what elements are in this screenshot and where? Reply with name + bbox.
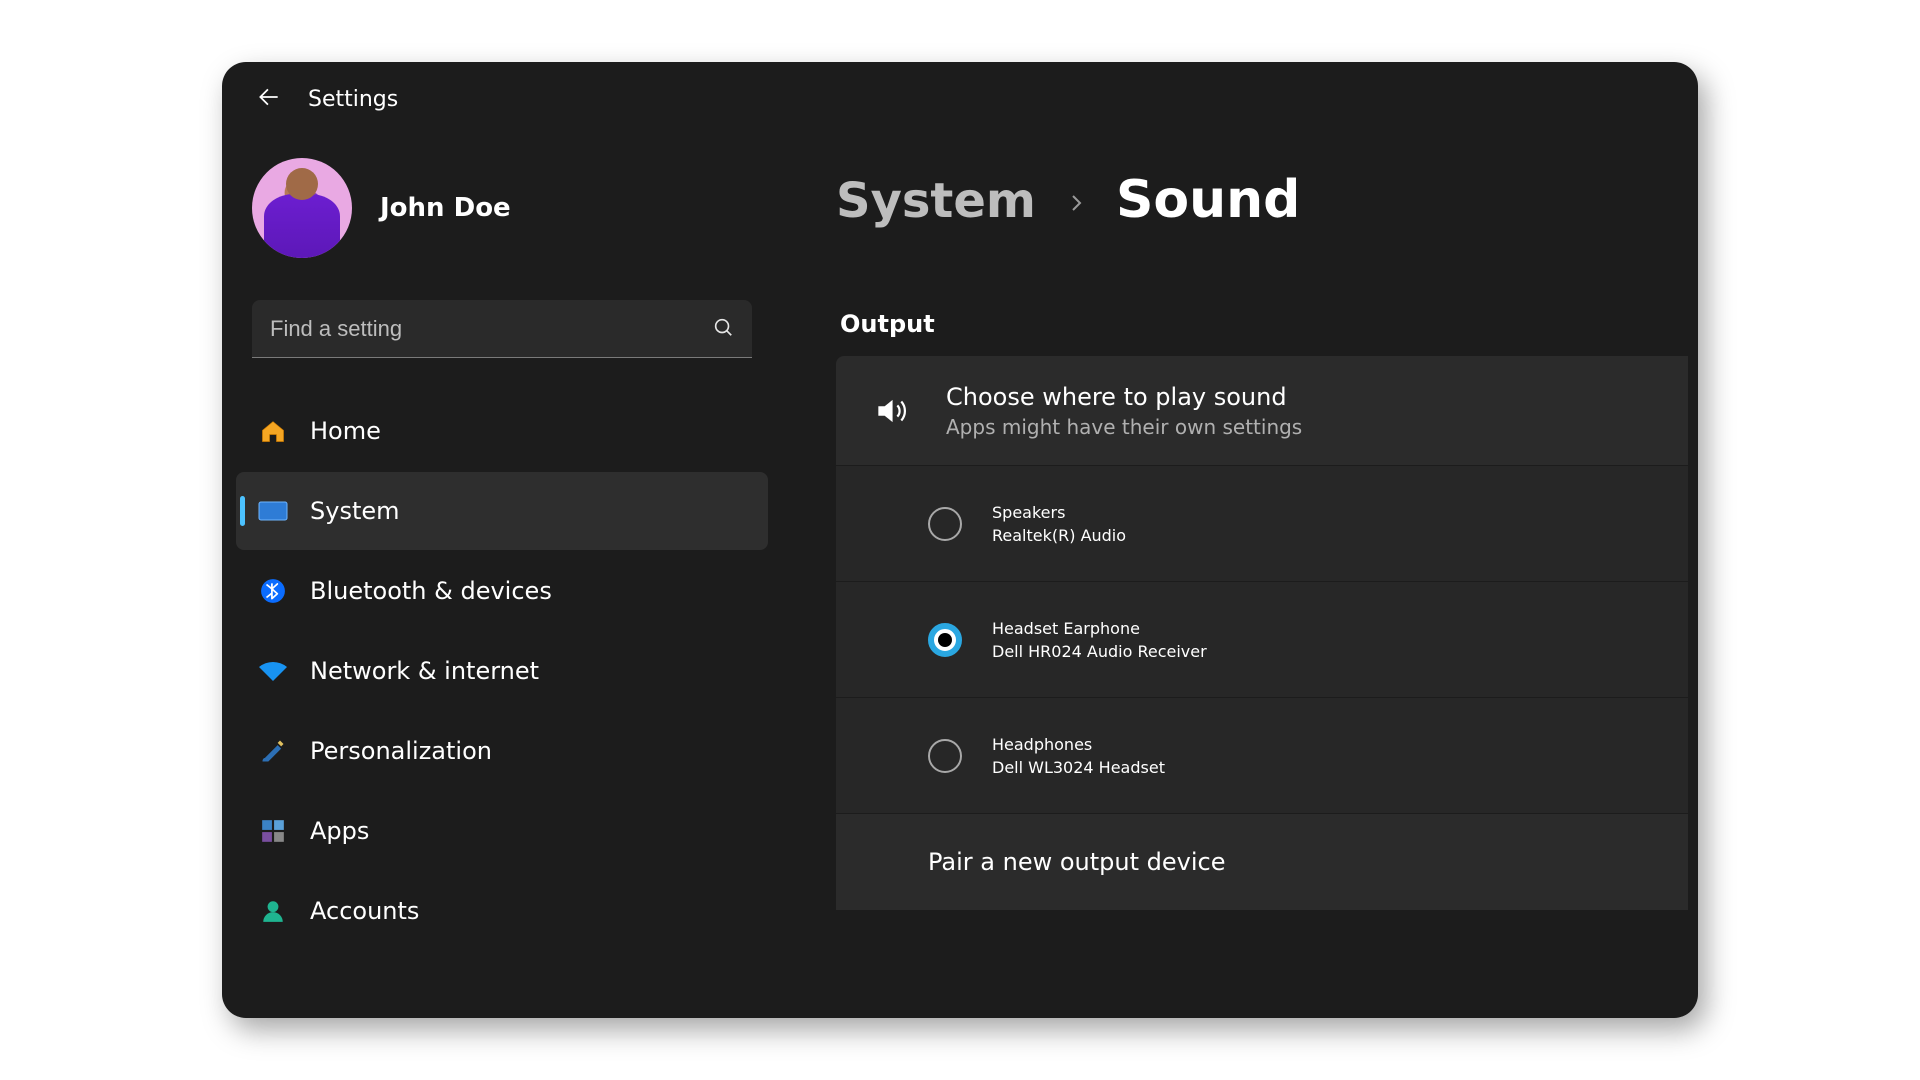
sidebar-item-label: Bluetooth & devices xyxy=(310,577,552,605)
sidebar-item-label: System xyxy=(310,497,400,525)
sidebar-item-label: Home xyxy=(310,417,381,445)
pair-output-device[interactable]: Pair a new output device xyxy=(836,814,1688,910)
body: John Doe Home System Bluetooth & devices Ne… xyxy=(222,124,1698,1018)
sidebar-item-label: Network & internet xyxy=(310,657,539,685)
arrow-left-icon xyxy=(256,84,282,110)
bluetooth-icon xyxy=(258,576,288,606)
apps-icon xyxy=(258,816,288,846)
radio-button[interactable] xyxy=(928,507,962,541)
search-icon xyxy=(712,316,734,342)
device-name: Headphones xyxy=(992,735,1165,754)
radio-button[interactable] xyxy=(928,739,962,773)
back-button[interactable] xyxy=(256,84,282,114)
sidebar-item-home[interactable]: Home xyxy=(236,392,768,470)
volume-icon xyxy=(864,392,918,430)
search-field[interactable] xyxy=(252,300,752,358)
chevron-right-icon xyxy=(1064,183,1088,224)
personalize-icon xyxy=(258,736,288,766)
choose-output-title: Choose where to play sound xyxy=(946,383,1302,411)
search-wrap xyxy=(252,300,752,358)
avatar xyxy=(252,158,352,258)
system-icon xyxy=(258,496,288,526)
output-heading: Output xyxy=(840,310,1688,338)
sidebar-item-network[interactable]: Network & internet xyxy=(236,632,768,710)
breadcrumb-parent[interactable]: System xyxy=(836,173,1036,229)
sidebar-item-bluetooth[interactable]: Bluetooth & devices xyxy=(236,552,768,630)
settings-window: Settings John Doe Home System Bluetooth & … xyxy=(222,62,1698,1018)
device-detail: Dell HR024 Audio Receiver xyxy=(992,642,1207,661)
output-device-row[interactable]: Headset Earphone Dell HR024 Audio Receive… xyxy=(836,582,1688,698)
choose-output-subtitle: Apps might have their own settings xyxy=(946,415,1302,439)
choose-output-card[interactable]: Choose where to play sound Apps might ha… xyxy=(836,356,1688,466)
search-input[interactable] xyxy=(270,316,712,342)
device-detail: Dell WL3024 Headset xyxy=(992,758,1165,777)
network-icon xyxy=(258,656,288,686)
output-device-row[interactable]: Headphones Dell WL3024 Headset xyxy=(836,698,1688,814)
output-card-list: Choose where to play sound Apps might ha… xyxy=(836,356,1688,910)
titlebar: Settings xyxy=(222,62,1698,124)
user-name: John Doe xyxy=(380,193,511,223)
device-name: Speakers xyxy=(992,503,1126,522)
profile-block[interactable]: John Doe xyxy=(222,152,782,258)
sidebar-item-personalize[interactable]: Personalization xyxy=(236,712,768,790)
accounts-icon xyxy=(258,896,288,926)
sidebar-item-label: Accounts xyxy=(310,897,419,925)
window-title: Settings xyxy=(308,87,398,112)
home-icon xyxy=(258,416,288,446)
sidebar-nav: Home System Bluetooth & devices Network & i… xyxy=(222,392,782,950)
device-name: Headset Earphone xyxy=(992,619,1207,638)
sidebar-item-system[interactable]: System xyxy=(236,472,768,550)
sidebar-item-label: Apps xyxy=(310,817,369,845)
output-device-row[interactable]: Speakers Realtek(R) Audio xyxy=(836,466,1688,582)
breadcrumb-current: Sound xyxy=(1116,170,1300,230)
sidebar-item-label: Personalization xyxy=(310,737,492,765)
sidebar: John Doe Home System Bluetooth & devices Ne… xyxy=(222,124,782,1018)
sidebar-item-apps[interactable]: Apps xyxy=(236,792,768,870)
content: System Sound Output xyxy=(782,124,1698,1018)
device-detail: Realtek(R) Audio xyxy=(992,526,1126,545)
sidebar-item-accounts[interactable]: Accounts xyxy=(236,872,768,950)
pair-output-label: Pair a new output device xyxy=(928,848,1225,876)
breadcrumb: System Sound xyxy=(836,170,1688,230)
radio-button[interactable] xyxy=(928,623,962,657)
